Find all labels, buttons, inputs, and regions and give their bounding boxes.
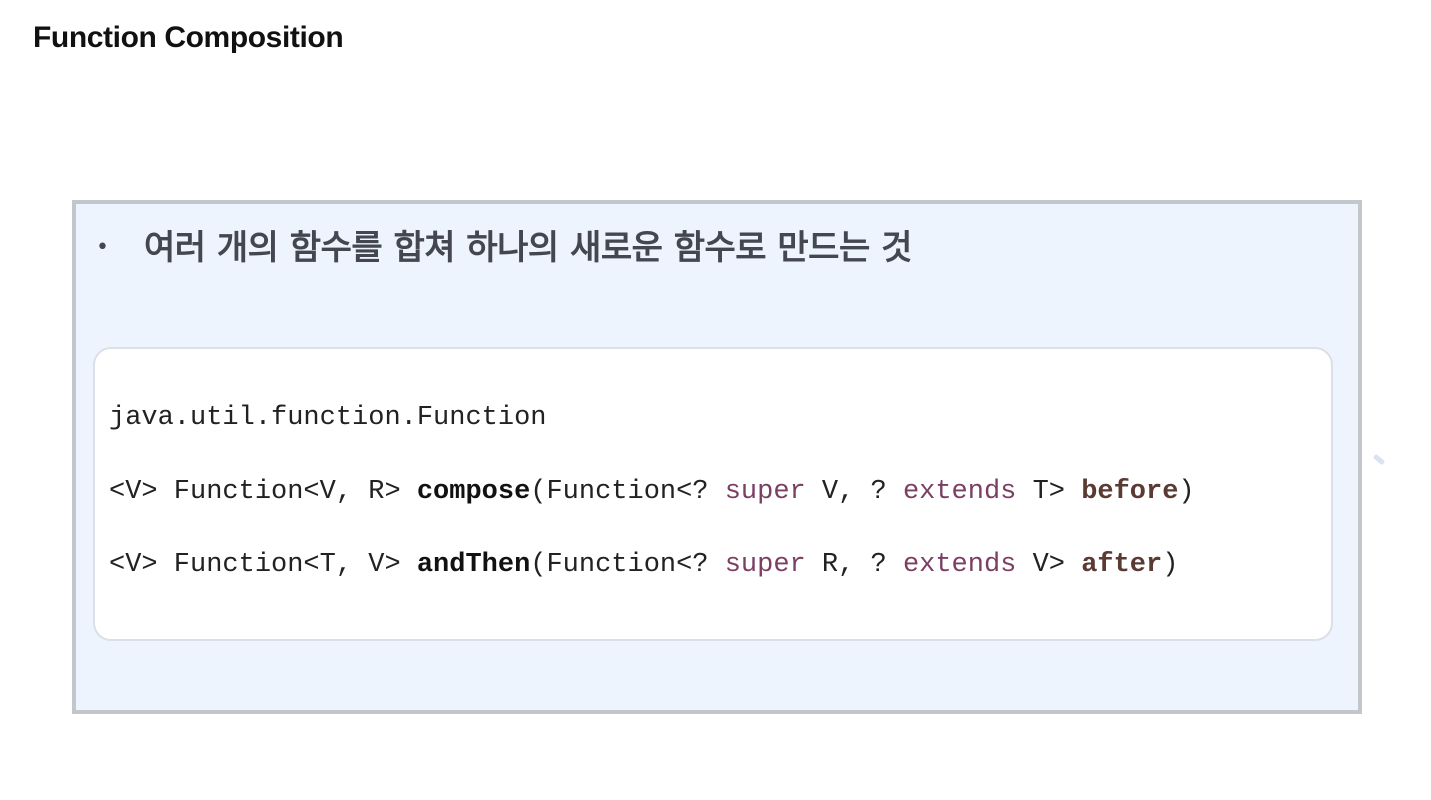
code-param-name: after — [1081, 550, 1163, 580]
code-method-name: andThen — [416, 550, 531, 580]
code-keyword-extends: extends — [902, 550, 1017, 580]
bullet-item: • 여러 개의 함수를 합쳐 하나의 새로운 함수로 만드는 것 — [96, 228, 912, 268]
code-token: R, ? — [805, 550, 903, 580]
code-token: V, ? — [805, 477, 903, 507]
code-method-name: compose — [416, 477, 531, 507]
code-return-type: <V> Function<T, V> — [109, 550, 417, 580]
code-keyword-extends: extends — [902, 477, 1017, 507]
code-keyword-super: super — [724, 477, 806, 507]
code-return-type: <V> Function<V, R> — [109, 477, 417, 507]
code-token: ) — [1178, 477, 1195, 507]
code-token: (Function<? — [530, 550, 725, 580]
code-keyword-super: super — [724, 550, 806, 580]
content-panel: • 여러 개의 함수를 합쳐 하나의 새로운 함수로 만드는 것 java.ut… — [72, 200, 1362, 714]
bullet-marker: • — [96, 235, 109, 260]
code-token: (Function<? — [530, 477, 725, 507]
code-token: ) — [1162, 550, 1179, 580]
page-title: Function Composition — [33, 21, 344, 54]
code-token: V> — [1016, 550, 1082, 580]
code-param-name: before — [1081, 477, 1179, 507]
code-line-andthen: <V> Function<T, V> andThen(Function<? su… — [109, 548, 1178, 582]
decorative-mark — [1372, 453, 1386, 466]
code-block: java.util.function.Function <V> Function… — [93, 347, 1333, 641]
code-token: T> — [1016, 477, 1082, 507]
code-line-compose: <V> Function<V, R> compose(Function<? su… — [109, 475, 1195, 509]
code-line-interface: java.util.function.Function — [109, 403, 547, 433]
bullet-text: 여러 개의 함수를 합쳐 하나의 새로운 함수로 만드는 것 — [144, 228, 912, 268]
